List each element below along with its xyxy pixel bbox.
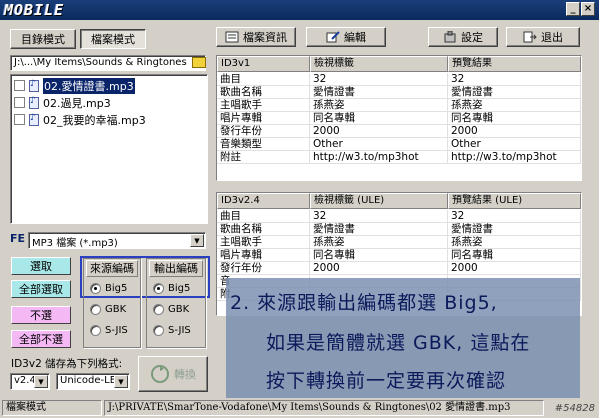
edit-button[interactable]: 編輯 (306, 27, 386, 47)
id3v1-table[interactable]: ID3v1 檢視標籤 預覽結果 曲目 32 32 歌曲名稱 愛情證書 愛情證書 主唱歌手… (216, 55, 582, 181)
tab-file-mode[interactable]: 檔案模式 (80, 29, 146, 49)
audio-file-icon (29, 79, 39, 92)
checkbox[interactable] (14, 114, 25, 125)
id3-encoding-select[interactable]: Unicode-LE ▼ (56, 373, 130, 390)
select-all-button[interactable]: 全部選取 (11, 280, 71, 298)
deselect-button[interactable]: 不選 (11, 306, 71, 324)
checkbox[interactable] (14, 97, 25, 108)
output-radio-gbk[interactable]: GBK (153, 304, 189, 315)
annotation-overlay: 2. 來源跟輸出編碼都選 Big5, 如果是簡體就選 GBK, 這點在 按下轉換… (226, 278, 580, 398)
file-type-select[interactable]: MP3 檔案 (*.mp3) ▼ (28, 232, 206, 249)
table-row[interactable]: 附註 http://w3.to/mp3hot http://w3.to/mp3hot (217, 151, 581, 164)
output-encoding-group: 輸出編碼 Big5 GBK S-JIS (146, 258, 206, 348)
audio-file-icon (29, 113, 39, 126)
exit-icon (523, 31, 537, 43)
id3v2-header: ID3v2.4 檢視標籤 (ULE) 預覽結果 (ULE) (217, 193, 581, 209)
exit-button[interactable]: 退出 (506, 27, 580, 47)
select-button[interactable]: 選取 (11, 257, 71, 275)
source-radio-sjis[interactable]: S-JIS (90, 325, 128, 336)
table-row[interactable]: 主唱歌手 孫燕姿 孫燕姿 (217, 236, 581, 249)
checkbox[interactable] (14, 80, 25, 91)
table-row[interactable]: 曲目 32 32 (217, 210, 581, 223)
table-row[interactable]: 曲目 32 32 (217, 73, 581, 86)
source-radio-gbk[interactable]: GBK (90, 304, 126, 315)
table-row[interactable]: 發行年份 2000 2000 (217, 262, 581, 275)
list-item[interactable]: 02_我要的幸福.mp3 (14, 112, 146, 127)
list-item[interactable]: 02.愛情證書.mp3 (14, 77, 135, 94)
convert-icon (150, 364, 170, 384)
table-row[interactable]: 主唱歌手 孫燕姿 孫燕姿 (217, 99, 581, 112)
annotation-line-1: 2. 來源跟輸出編碼都選 Big5, (230, 292, 498, 314)
settings-button[interactable]: 設定 (428, 27, 498, 47)
watermark: #54828 (554, 403, 595, 414)
settings-icon (443, 30, 457, 43)
edit-icon (326, 31, 340, 43)
filter-label: FE (10, 232, 26, 245)
table-row[interactable]: 音樂類型 Other Other (217, 138, 581, 151)
source-radio-big5[interactable]: Big5 (90, 283, 127, 294)
source-encoding-group: 來源編碼 Big5 GBK S-JIS (83, 258, 141, 348)
file-list[interactable]: 02.愛情證書.mp3 02.過見.mp3 02_我要的幸福.mp3 (10, 74, 208, 224)
id3v1-header: ID3v1 檢視標籤 預覽結果 (217, 56, 581, 72)
status-bar: 檔案模式 J:\PRIVATE\SmarTone-Vodafone\My Ite… (0, 398, 599, 418)
id3-version-select[interactable]: v2.4 ▼ (10, 373, 50, 390)
output-radio-sjis[interactable]: S-JIS (153, 325, 191, 336)
app-logo: MOBILE (4, 1, 65, 19)
chevron-down-icon[interactable]: ▼ (34, 375, 48, 388)
chevron-down-icon[interactable]: ▼ (114, 375, 128, 388)
table-row[interactable]: 唱片專輯 同名專輯 同名專輯 (217, 249, 581, 262)
status-mode: 檔案模式 (2, 400, 102, 416)
tab-folder-mode[interactable]: 目錄模式 (10, 29, 76, 49)
list-item[interactable]: 02.過見.mp3 (14, 95, 111, 110)
table-row[interactable]: 唱片專輯 同名專輯 同名專輯 (217, 112, 581, 125)
folder-icon[interactable] (192, 57, 206, 68)
table-row[interactable]: 歌曲名稱 愛情證書 愛情證書 (217, 223, 581, 236)
source-encoding-title: 來源編碼 (86, 260, 138, 277)
file-info-button[interactable]: 檔案資訊 (216, 27, 296, 47)
output-encoding-title: 輸出編碼 (149, 260, 203, 277)
path-input[interactable]: J:\...\My Items\Sounds & Ringtones (10, 55, 206, 71)
minimize-button[interactable]: _ (566, 2, 580, 16)
deselect-all-button[interactable]: 全部不選 (11, 330, 71, 348)
annotation-line-3: 按下轉換前一定要再次確認 (266, 370, 507, 392)
table-row[interactable]: 發行年份 2000 2000 (217, 125, 581, 138)
chevron-down-icon[interactable]: ▼ (190, 234, 204, 247)
status-path: J:\PRIVATE\SmarTone-Vodafone\My Items\So… (104, 400, 544, 416)
annotation-line-2: 如果是簡體就選 GBK, 這點在 (266, 332, 531, 354)
save-as-label: ID3v2 儲存為下列格式: (11, 358, 123, 370)
close-button[interactable]: × (581, 2, 595, 16)
audio-file-icon (29, 96, 39, 109)
output-radio-big5[interactable]: Big5 (153, 283, 190, 294)
title-bar: MOBILE _ × (0, 0, 599, 20)
table-row[interactable]: 歌曲名稱 愛情證書 愛情證書 (217, 86, 581, 99)
convert-button[interactable]: 轉換 (138, 356, 208, 392)
file-info-icon (225, 31, 239, 43)
